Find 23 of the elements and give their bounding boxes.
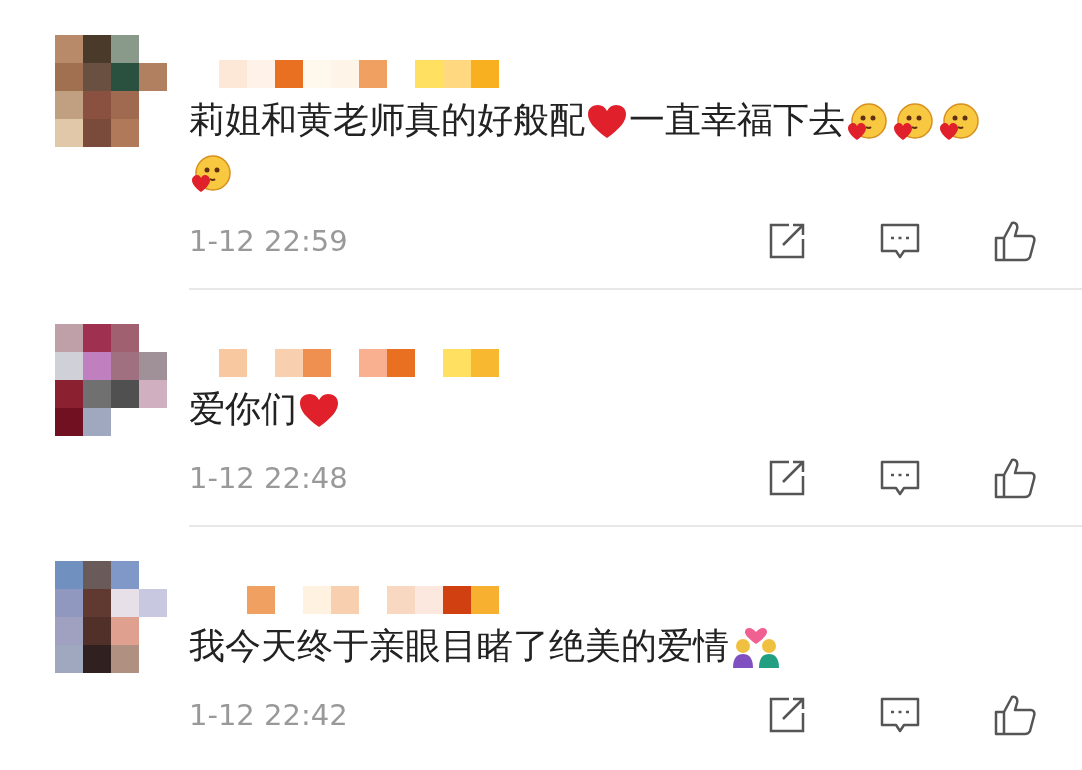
couple-with-heart-icon [731,628,781,668]
thumbs-up-icon[interactable] [993,456,1037,500]
comment-text: 我今天终于亲眼目睹了绝美的爱情 [189,625,729,666]
kiss-face-icon [192,154,232,194]
comment-text: 莉姐和黄老师真的好般配 [189,99,585,140]
kiss-face-icon [848,102,888,142]
share-icon[interactable] [767,695,807,735]
comment-time: 1-12 22:59 [189,224,348,258]
comment-icon[interactable] [879,695,921,735]
comment-icon[interactable] [879,458,921,498]
kiss-face-icon [940,102,980,142]
comment-icon[interactable] [879,221,921,261]
comment-time: 1-12 22:48 [189,461,348,495]
heart-icon [299,393,339,429]
kiss-face-icon [894,102,934,142]
comment-time: 1-12 22:42 [189,698,348,732]
heart-icon [587,104,627,140]
share-icon[interactable] [767,221,807,261]
share-icon[interactable] [767,458,807,498]
comment-text: 一直幸福下去 [629,99,845,140]
thumbs-up-icon[interactable] [993,693,1037,737]
comment-text: 爱你们 [189,388,297,429]
thumbs-up-icon[interactable] [993,219,1037,263]
